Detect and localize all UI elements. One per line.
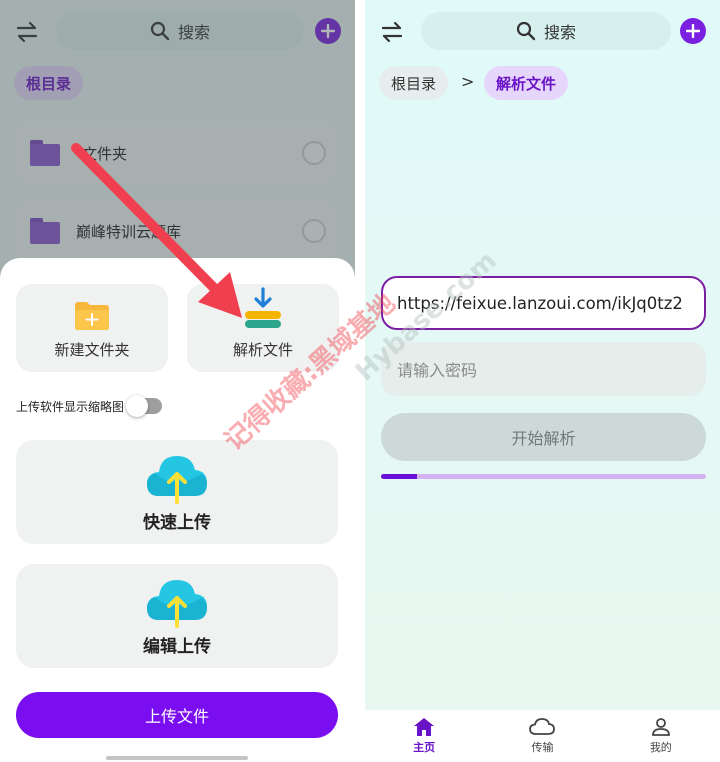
url-input-value: https://feixue.lanzoui.com/ikJq0tz2 [397, 293, 683, 313]
breadcrumb-current[interactable]: 解析文件 [484, 66, 569, 100]
breadcrumb-separator: > [461, 72, 475, 91]
nav-label: 我的 [649, 740, 672, 754]
upload-file-button[interactable]: 上传文件 [16, 692, 338, 738]
parse-progress-fill [381, 474, 417, 479]
search-bar[interactable]: 搜索 [421, 12, 671, 50]
new-folder-label: 新建文件夹 [54, 341, 130, 359]
nav-label: 主页 [413, 740, 436, 754]
new-folder-tile[interactable]: 新建文件夹 [16, 284, 168, 372]
thumbnail-toggle-label: 上传软件显示缩略图 [16, 399, 125, 414]
person-icon [651, 717, 670, 736]
home-icon [414, 717, 435, 736]
parse-file-tile[interactable]: 解析文件 [187, 284, 339, 372]
bottom-nav: 主页 传输 我的 [365, 710, 720, 762]
start-parse-button[interactable]: 开始解析 [381, 413, 706, 461]
nav-label: 传输 [531, 740, 554, 754]
right-screen: 搜索 根目录 > 解析文件 https://feixue.lanzoui.com… [365, 0, 720, 762]
search-placeholder: 搜索 [543, 23, 576, 42]
password-input[interactable]: 请输入密码 [381, 342, 706, 396]
thumbnail-toggle[interactable] [126, 395, 163, 417]
breadcrumb-root[interactable]: 根目录 [379, 66, 449, 100]
new-folder-icon [75, 302, 109, 330]
parse-file-label: 解析文件 [232, 341, 293, 359]
search-icon [516, 21, 536, 41]
cloud-upload-icon [147, 579, 207, 628]
left-screen: 搜索 根目录 文件夹 巅峰特训云题库 新建文件夹 解析文件 上传软件显示缩略图 … [0, 0, 355, 762]
quick-upload-label: 快速上传 [143, 512, 211, 533]
thumbnail-toggle-row: 上传软件显示缩略图 [16, 395, 339, 417]
nav-item-home[interactable]: 主页 [365, 710, 483, 762]
nav-item-me[interactable]: 我的 [602, 710, 720, 762]
cloud-icon [529, 717, 556, 735]
cloud-upload-icon [147, 455, 207, 504]
top-bar: 搜索 [365, 12, 720, 52]
parse-progress-bar [381, 474, 706, 479]
edit-upload-card[interactable]: 编辑上传 [16, 564, 338, 668]
edit-upload-label: 编辑上传 [143, 636, 211, 657]
home-indicator [106, 756, 248, 760]
nav-item-transfer[interactable]: 传输 [483, 710, 601, 762]
plus-icon [686, 24, 700, 38]
bottom-sheet: 新建文件夹 解析文件 上传软件显示缩略图 快速上传 编辑上传 上传文件 [0, 258, 355, 762]
swap-icon[interactable] [379, 20, 405, 44]
password-placeholder: 请输入密码 [397, 361, 478, 380]
quick-upload-card[interactable]: 快速上传 [16, 440, 338, 544]
url-input[interactable]: https://feixue.lanzoui.com/ikJq0tz2 [381, 276, 706, 330]
parse-file-icon [245, 287, 281, 328]
add-button[interactable] [680, 18, 706, 44]
